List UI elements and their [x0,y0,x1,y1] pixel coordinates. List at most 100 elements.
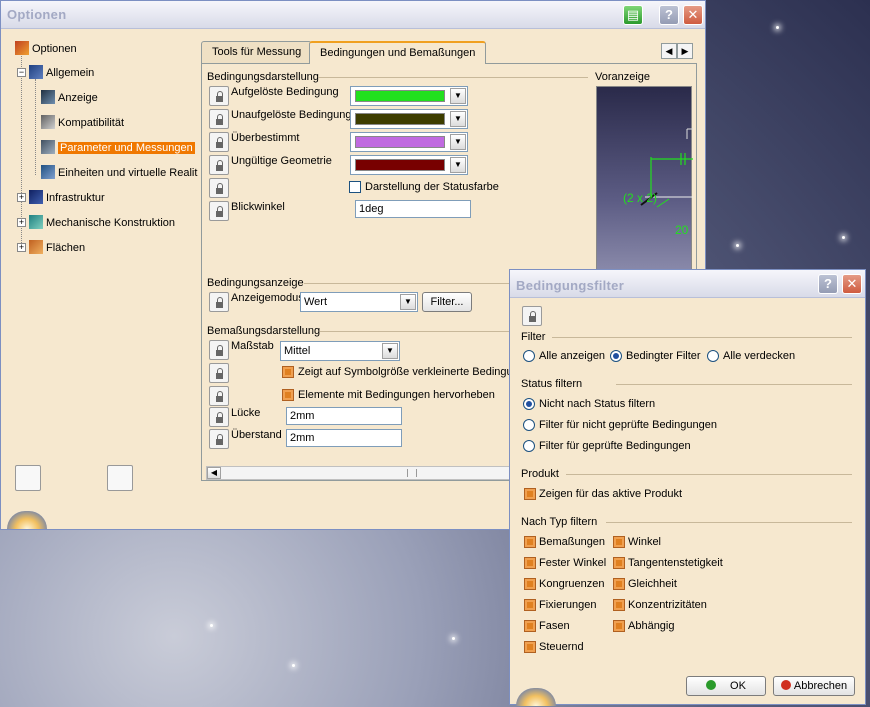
ok-button[interactable]: OK [686,676,766,696]
help-button[interactable]: ? [818,274,838,294]
type-checkbox[interactable] [613,557,625,569]
expander-icon[interactable]: + [17,193,26,202]
lock-icon[interactable] [209,407,229,427]
star-decoration [452,637,455,640]
status-color-checkbox[interactable] [349,181,361,193]
lock-icon[interactable] [209,201,229,221]
dropdown-arrow-icon[interactable]: ▼ [450,134,466,150]
radio-unchecked-filter[interactable] [523,419,535,431]
tab-scroll-right-icon[interactable]: ▶ [677,43,693,59]
type-checkbox[interactable] [613,578,625,590]
lock-icon[interactable] [209,429,229,449]
active-product-label: Zeigen für das aktive Produkt [539,488,683,500]
view-angle-input[interactable] [355,200,471,218]
type-checkbox[interactable] [524,557,536,569]
dropdown-arrow-icon[interactable]: ▼ [382,343,398,359]
cancel-button[interactable]: Abbrechen [773,676,855,696]
lock-icon[interactable] [209,86,229,106]
tab-tools-messung[interactable]: Tools für Messung [201,41,313,63]
tree-item-optionen[interactable]: Optionen [15,41,77,57]
dropdown-arrow-icon[interactable]: ▼ [400,294,416,310]
tab-bedingungen-bemassungen[interactable]: Bedingungen und Bemaßungen [309,41,487,64]
type-label: Tangentenstetigkeit [628,557,723,569]
tab-bar: Tools für Messung Bedingungen und Bemaßu… [201,41,701,64]
type-label: Fixierungen [539,599,597,611]
close-button[interactable]: ✕ [683,5,703,25]
type-checkbox[interactable] [524,599,536,611]
star-decoration [292,664,295,667]
lock-icon[interactable] [209,109,229,129]
tab-scroll-left-icon[interactable]: ◀ [661,43,677,59]
tree-item-anzeige[interactable]: Anzeige [41,90,98,106]
filter-title: Bedingungsfilter [516,278,625,293]
type-checkbox[interactable] [524,536,536,548]
radio-checked-filter[interactable] [523,440,535,452]
gap-input[interactable] [286,407,402,425]
tree-item-flaechen[interactable]: Flächen [29,240,85,256]
close-button[interactable]: ✕ [842,274,862,294]
tree-item-kompatibilitaet[interactable]: Kompatibilität [41,115,124,131]
resolved-constraint-color[interactable]: ▼ [350,86,468,106]
scroll-left-icon[interactable]: ◀ [207,467,221,479]
expander-icon[interactable]: + [17,218,26,227]
filter-dialog: Bedingungsfilter ? ✕ Filter Alle anzeige… [509,269,866,706]
export-options-icon[interactable] [107,465,133,491]
overconstrained-color[interactable]: ▼ [350,132,468,152]
type-checkbox[interactable] [524,578,536,590]
lock-icon[interactable] [209,132,229,152]
radio-show-all[interactable] [523,350,535,362]
star-decoration [842,236,845,239]
dimension-display-title: Bemaßungsdarstellung [207,325,321,337]
active-product-checkbox[interactable] [524,488,536,500]
tree-item-einheiten[interactable]: Einheiten und virtuelle Realit [41,165,197,181]
tree-root-icon [15,41,29,55]
unresolved-constraint-color[interactable]: ▼ [350,109,468,129]
lock-icon[interactable] [209,340,229,360]
radio-checked-filter-label: Filter für geprüfte Bedingungen [539,440,691,452]
type-checkbox[interactable] [613,620,625,632]
scale-select[interactable]: Mittel ▼ [280,341,400,361]
expander-icon[interactable]: − [17,68,26,77]
type-label: Steuernd [539,641,584,653]
star-decoration [210,624,213,627]
radio-conditional-filter[interactable] [610,350,622,362]
window-menu-icon[interactable]: ▤ [623,5,643,25]
lock-icon[interactable] [209,178,229,198]
reset-options-icon[interactable] [15,465,41,491]
dropdown-arrow-icon[interactable]: ▼ [450,111,466,127]
tree-item-infrastruktur[interactable]: Infrastruktur [29,190,105,206]
options-title: Optionen [7,7,67,22]
invalid-geometry-color[interactable]: ▼ [350,155,468,175]
tree-item-parameter-messungen[interactable]: Parameter und Messungen [41,140,195,156]
lock-icon[interactable] [209,363,229,383]
lock-icon[interactable] [209,292,229,312]
radio-unchecked-filter-label: Filter für nicht geprüfte Bedingungen [539,419,717,431]
dropdown-arrow-icon[interactable]: ▼ [450,88,466,104]
constraint-display-title: Bedingungsdarstellung [207,71,319,83]
type-checkbox[interactable] [524,620,536,632]
scale-symbol-checkbox[interactable] [282,366,294,378]
expander-icon[interactable]: + [17,243,26,252]
overhang-input[interactable] [286,429,402,447]
radio-no-status-filter-label: Nicht nach Status filtern [539,398,656,410]
type-checkbox[interactable] [613,599,625,611]
display-mode-select[interactable]: Wert ▼ [300,292,418,312]
scale-label: Maßstab [231,340,274,352]
tree-item-allgemein[interactable]: Allgemein [29,65,94,81]
lock-icon[interactable] [209,386,229,406]
lock-icon[interactable] [209,155,229,175]
filter-button[interactable]: Filter... [422,292,472,312]
radio-hide-all[interactable] [707,350,719,362]
product-group-title: Produkt [521,468,559,480]
dropdown-arrow-icon[interactable]: ▼ [450,157,466,173]
type-checkbox[interactable] [613,536,625,548]
tree-item-mechanische-konstruktion[interactable]: Mechanische Konstruktion [29,215,175,231]
highlight-elements-checkbox[interactable] [282,389,294,401]
lock-icon[interactable] [522,306,542,326]
type-checkbox[interactable] [524,641,536,653]
radio-no-status-filter[interactable] [523,398,535,410]
help-button[interactable]: ? [659,5,679,25]
radio-hide-all-label: Alle verdecken [723,350,796,362]
radio-show-all-label: Alle anzeigen [539,350,606,362]
preview-canvas: (2 x 2) 20 [596,86,693,276]
